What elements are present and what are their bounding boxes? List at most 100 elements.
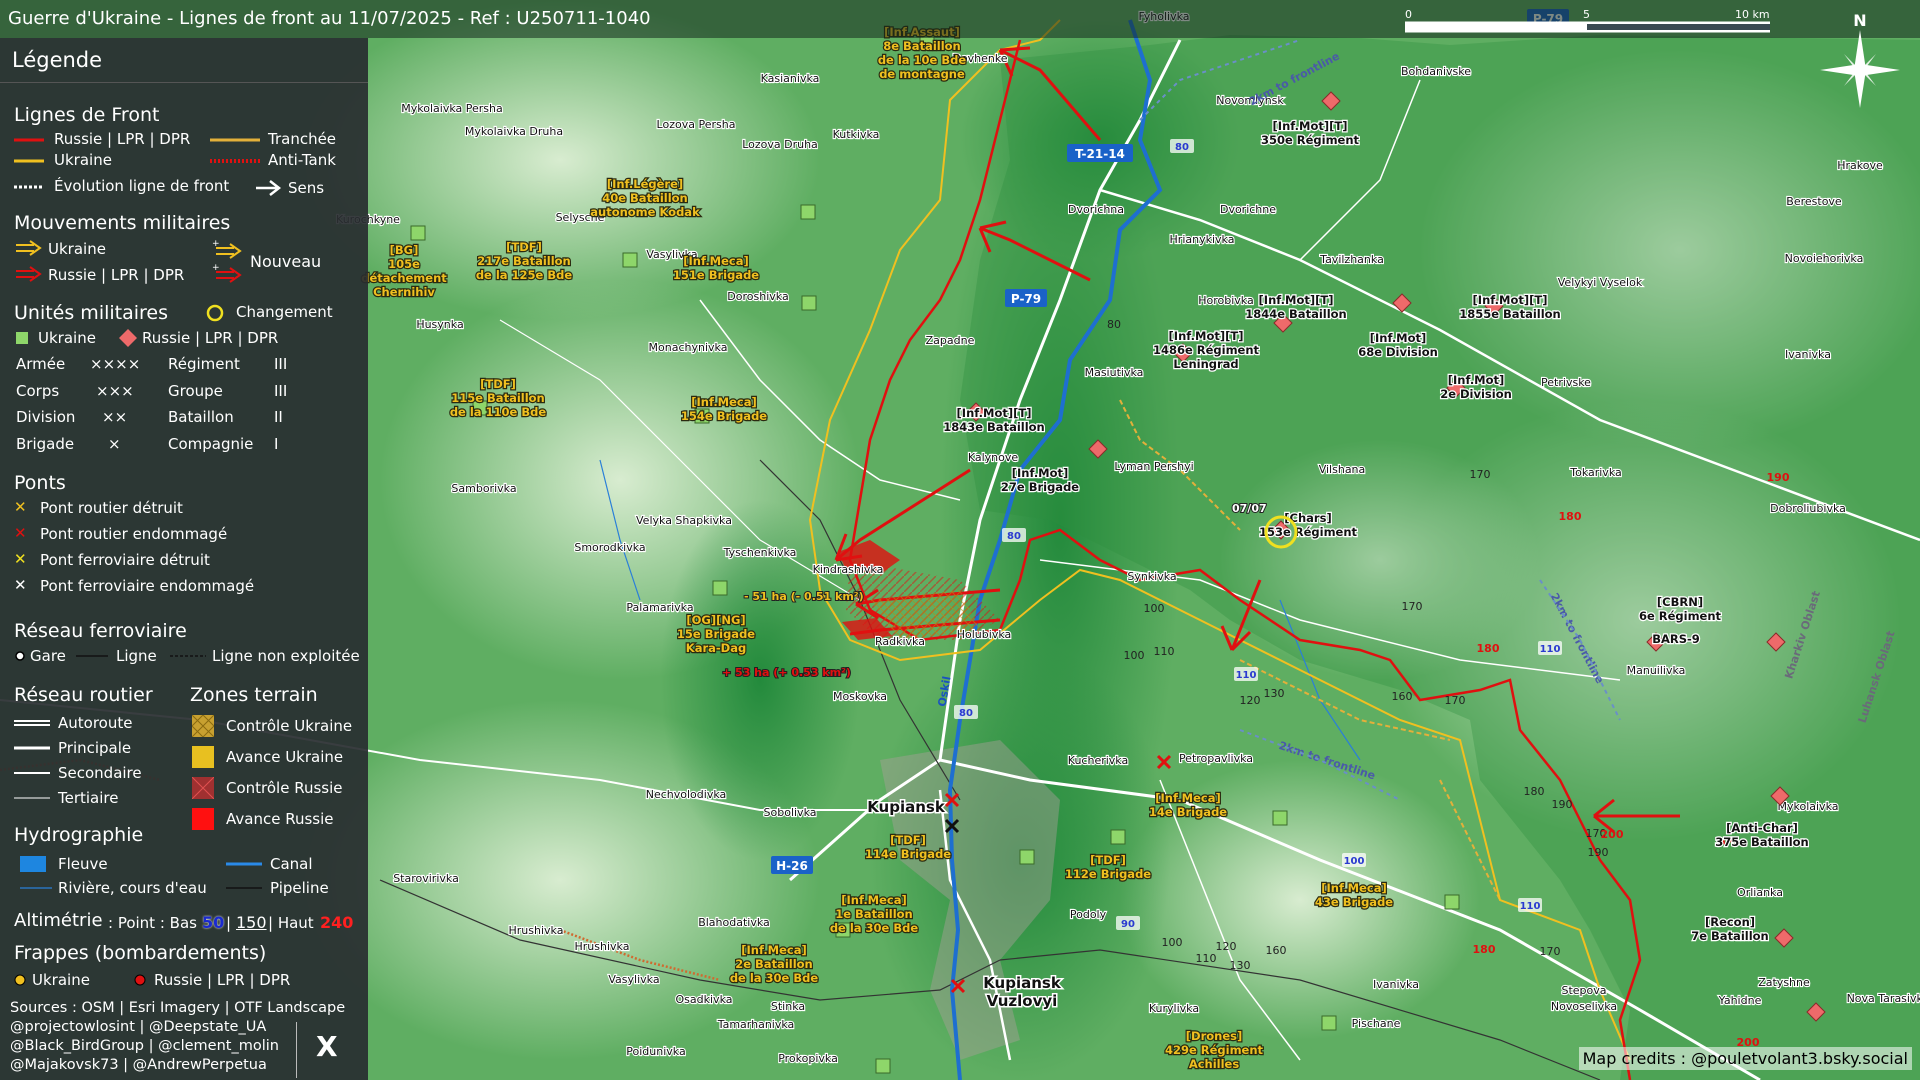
altitude-point: 180 bbox=[1477, 642, 1500, 655]
unit-size-group: Groupe bbox=[168, 382, 223, 400]
ua-unit-marker[interactable] bbox=[410, 225, 426, 241]
tertiary-road-swatch bbox=[14, 797, 50, 799]
place-label: Lozova Persha bbox=[657, 118, 736, 131]
ua-unit-label: 154e Brigade bbox=[681, 409, 767, 423]
legend-alt-sep: | Haut bbox=[268, 914, 314, 932]
ua-unit-label: 14e Brigade bbox=[1149, 805, 1227, 819]
ru-unit-label: 1843e Bataillon bbox=[943, 420, 1045, 434]
place-label: Synkivka bbox=[1127, 570, 1176, 583]
legend-zone-ru-advance: Avance Russie bbox=[226, 810, 334, 828]
place-label: Novoselivka bbox=[1551, 1000, 1617, 1013]
ru-unit-label: 27e Brigade bbox=[1001, 480, 1079, 494]
legend-units-russia: Russie | LPR | DPR bbox=[142, 329, 279, 347]
place-label: Palamarivka bbox=[626, 601, 693, 614]
ua-unit-marker[interactable] bbox=[622, 252, 638, 268]
pipeline-swatch bbox=[226, 887, 262, 889]
scale-tick-0: 0 bbox=[1405, 8, 1412, 21]
place-label: Ivanivka bbox=[1785, 348, 1831, 361]
ua-unit-label: [TDF] bbox=[1090, 853, 1126, 867]
road-shield-text: H-26 bbox=[776, 859, 808, 873]
place-label: Zatyshne bbox=[1758, 976, 1810, 989]
trench-swatch bbox=[210, 138, 260, 142]
altitude-point: 100 bbox=[1124, 649, 1145, 662]
direction-arrow-icon bbox=[256, 180, 282, 196]
road-number-text: 80 bbox=[1175, 142, 1189, 153]
ua-unit-marker[interactable] bbox=[1272, 810, 1288, 826]
road-number-text: 80 bbox=[959, 708, 973, 719]
legend-divider bbox=[0, 82, 368, 83]
ru-unit-label: 6e Régiment bbox=[1639, 609, 1722, 623]
legend-frontlines-heading: Lignes de Front bbox=[14, 104, 160, 126]
sources-line-1: Sources : OSM | Esri Imagery | OTF Lands… bbox=[10, 1000, 346, 1016]
ua-unit-marker[interactable] bbox=[1019, 849, 1035, 865]
place-label: Kupiansk bbox=[867, 798, 946, 816]
legend-rail-station: Gare bbox=[30, 647, 66, 665]
ukraine-unit-square-icon bbox=[16, 332, 28, 344]
zone-ua-advance-swatch bbox=[192, 746, 214, 768]
ru-unit-label: [Recon] bbox=[1705, 915, 1755, 929]
russia-move-arrow-icon bbox=[16, 266, 42, 282]
secondary-road-swatch bbox=[14, 772, 50, 774]
legend-alt-pipe: | bbox=[226, 914, 232, 932]
ru-unit-label: [Anti-Char] bbox=[1726, 821, 1798, 835]
ua-unit-marker[interactable] bbox=[712, 580, 728, 596]
legend-alt-low: 50 bbox=[202, 913, 225, 932]
ua-unit-label: Achilles bbox=[1189, 1057, 1240, 1071]
road-shield-text: T-21-14 bbox=[1075, 147, 1125, 161]
north-label: N bbox=[1853, 11, 1866, 30]
ua-unit-label: [Inf.Meca] bbox=[683, 254, 749, 268]
ua-unit-label: de montagne bbox=[879, 67, 965, 81]
altitude-point: 170 bbox=[1470, 468, 1491, 481]
ua-unit-marker[interactable] bbox=[800, 204, 816, 220]
ua-unit-marker[interactable] bbox=[875, 1058, 891, 1074]
altitude-point: 110 bbox=[1154, 645, 1175, 658]
ua-unit-marker[interactable] bbox=[1110, 829, 1126, 845]
unit-size-company: Compagnie bbox=[168, 435, 254, 453]
area-change-annotation: - 51 ha (- 0.51 km²) bbox=[744, 590, 864, 603]
legend-road-tertiary: Tertiaire bbox=[58, 789, 119, 807]
ua-unit-label: [Inf.Meca] bbox=[841, 893, 907, 907]
scale-tick-10: 10 km bbox=[1735, 8, 1770, 21]
ua-unit-label: [Inf.Légère] bbox=[607, 177, 683, 191]
place-label: Tokarivka bbox=[1569, 466, 1622, 479]
altitude-point: 80 bbox=[1107, 318, 1121, 331]
ua-unit-marker[interactable] bbox=[1321, 1015, 1337, 1031]
ua-unit-marker[interactable] bbox=[1444, 894, 1460, 910]
zone-ru-control-swatch bbox=[192, 777, 214, 799]
ru-unit-label: [CBRN] bbox=[1657, 595, 1703, 609]
ru-unit-label: 7e Bataillon bbox=[1691, 929, 1769, 943]
place-label: Pischane bbox=[1352, 1017, 1401, 1030]
unit-size-army-symbol: ×××× bbox=[90, 355, 141, 373]
unit-size-army: Armée bbox=[16, 355, 66, 373]
altitude-point: 180 bbox=[1473, 943, 1496, 956]
altitude-point: 180 bbox=[1559, 510, 1582, 523]
ua-unit-label: Kara-Dag bbox=[686, 641, 746, 655]
legend-hydro-pipeline: Pipeline bbox=[270, 879, 329, 897]
road-number-text: 110 bbox=[1520, 901, 1541, 912]
road-number-text: 80 bbox=[1007, 531, 1021, 542]
legend-rail-unused: Ligne non exploitée bbox=[212, 647, 360, 665]
unit-size-group-symbol: III bbox=[274, 382, 288, 400]
road-number: 80 bbox=[1002, 528, 1026, 542]
area-change-annotation: 07/07 bbox=[1232, 502, 1267, 515]
ua-unit-label: [TDF] bbox=[506, 240, 542, 254]
legend-zone-ru-control: Contrôle Russie bbox=[226, 779, 343, 797]
place-label: Ivanivka bbox=[1373, 978, 1419, 991]
place-label: Mykolaivka Druha bbox=[465, 125, 563, 138]
ua-unit-label: 15e Brigade bbox=[677, 627, 755, 641]
ua-unit-marker[interactable] bbox=[801, 295, 817, 311]
svg-text:+: + bbox=[212, 263, 220, 273]
place-label: Zapadne bbox=[926, 334, 975, 347]
road-number-text: 90 bbox=[1121, 919, 1135, 930]
place-label: Blahodativka bbox=[698, 916, 770, 929]
x-logo-icon[interactable]: X bbox=[316, 1030, 338, 1063]
road-number: 80 bbox=[1170, 139, 1194, 153]
zone-ru-advance-swatch bbox=[192, 808, 214, 830]
ua-unit-label: 105e bbox=[388, 257, 420, 271]
russia-unit-diamond-icon bbox=[119, 329, 137, 347]
change-ring-icon bbox=[206, 304, 224, 322]
legend-strikes-heading: Frappes (bombardements) bbox=[14, 942, 267, 964]
legend-antitank: Anti-Tank bbox=[268, 151, 336, 169]
place-label: Vasylivka bbox=[608, 973, 659, 986]
altitude-point: 180 bbox=[1524, 785, 1545, 798]
